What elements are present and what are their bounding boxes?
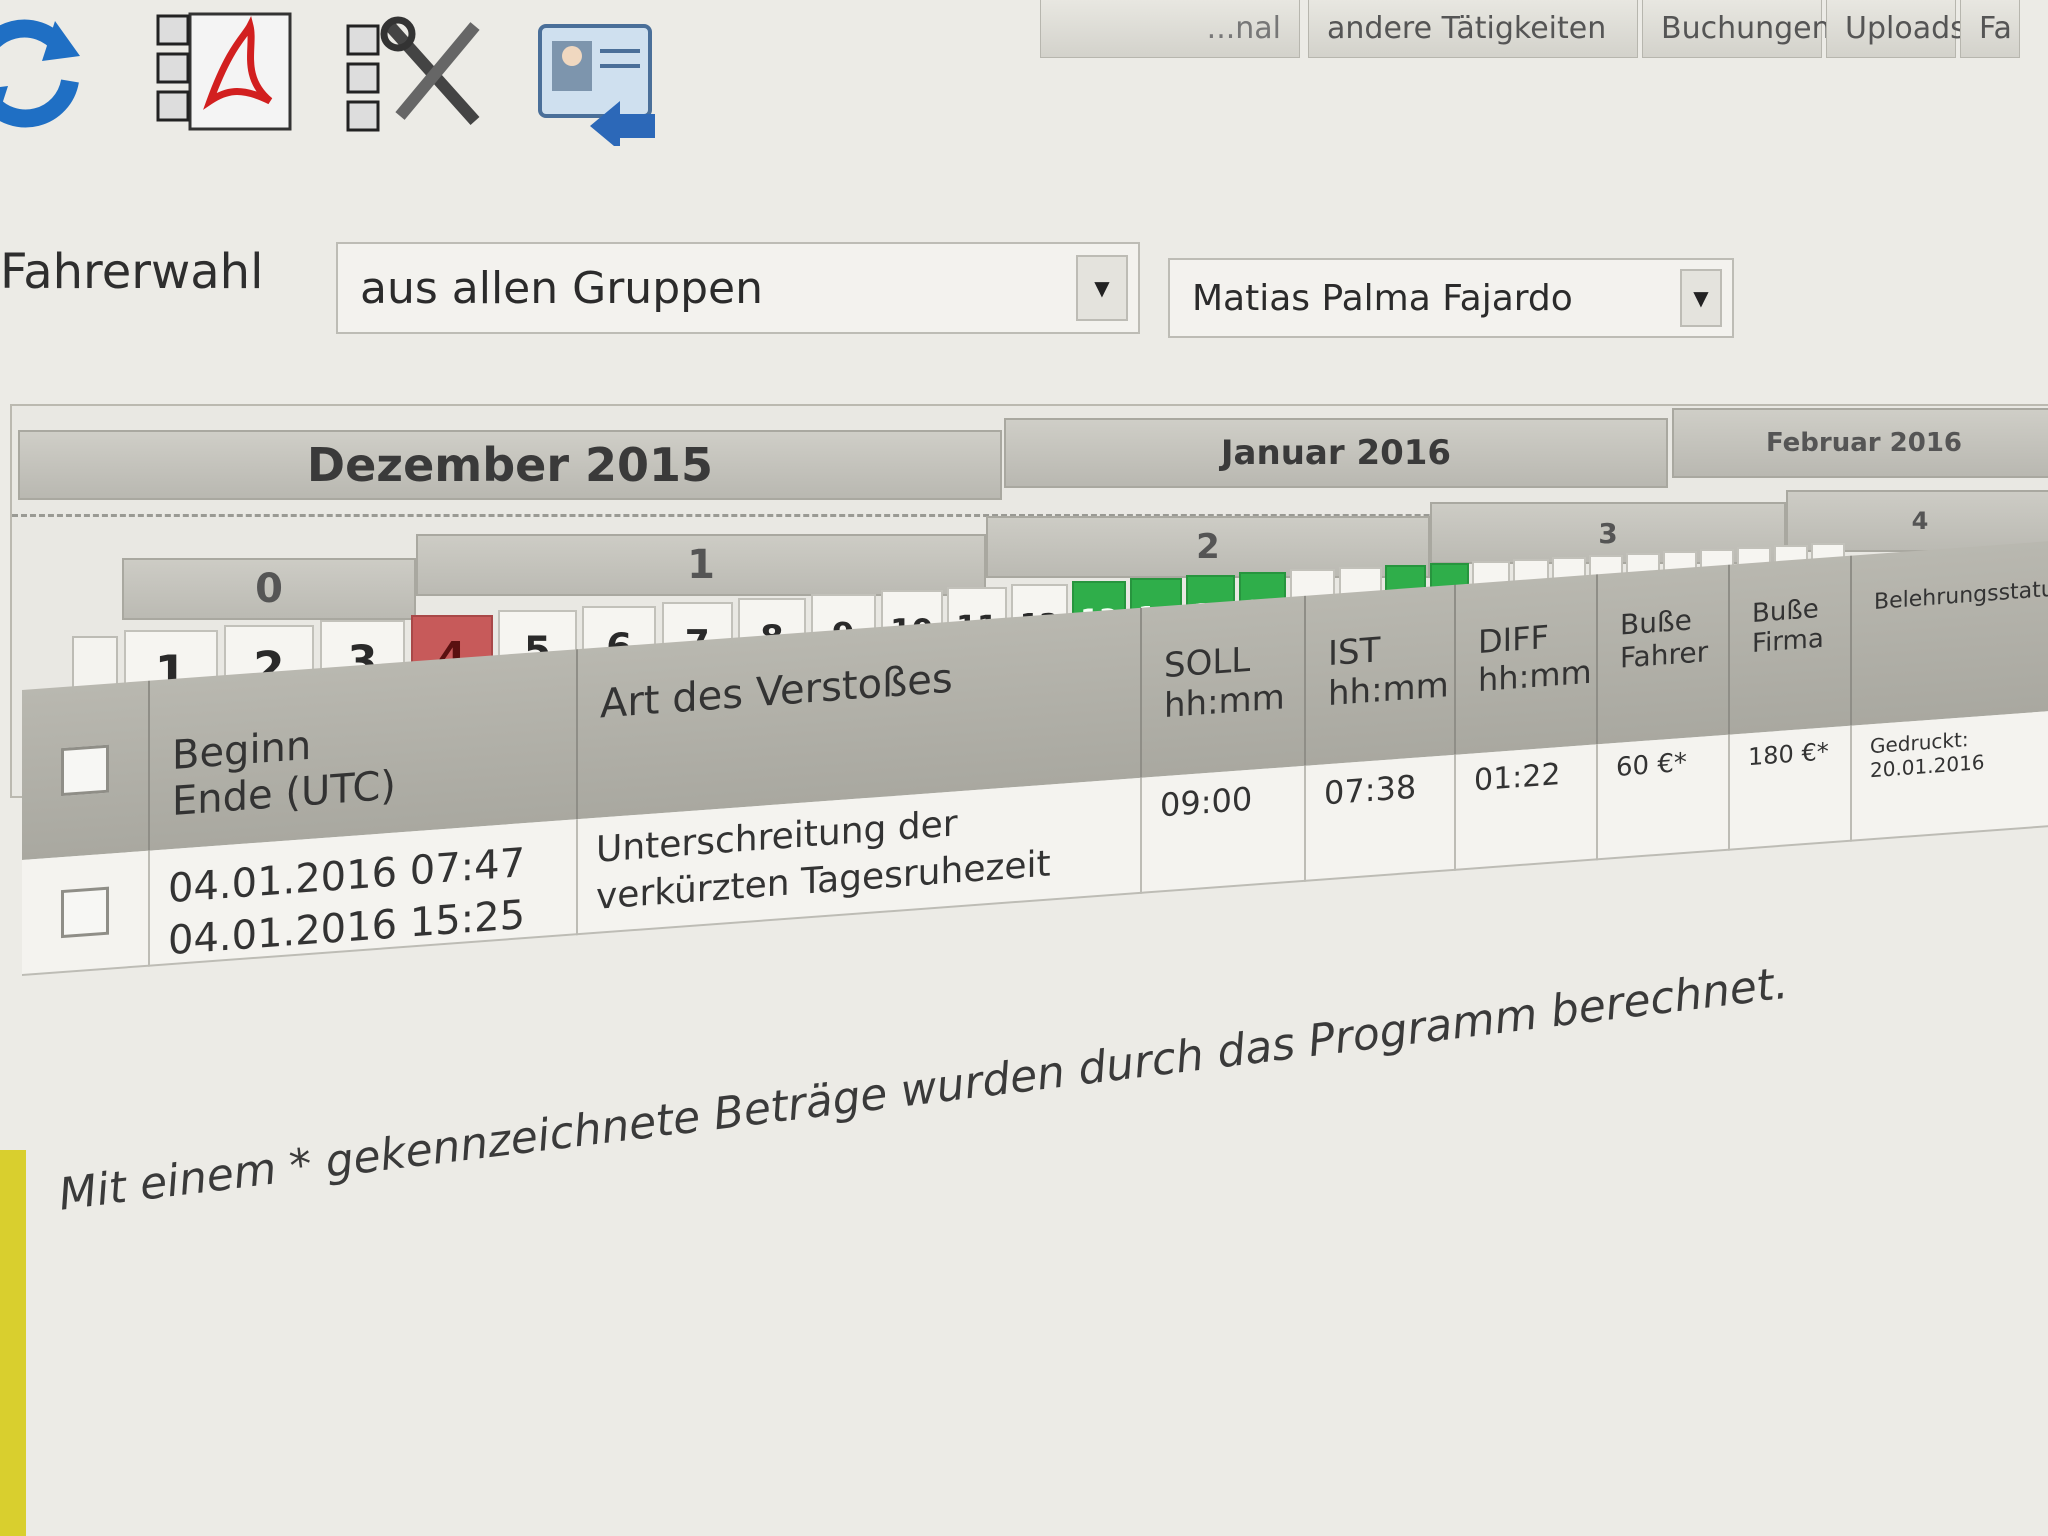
- column-header-fine-company-sub: Firma: [1752, 623, 1824, 659]
- column-header-fine-driver-sub: Fahrer: [1620, 635, 1709, 675]
- month-header-january[interactable]: Januar 2016: [1004, 418, 1668, 488]
- column-header-type-label: Art des Verstoßes: [600, 655, 953, 728]
- cell-instruction-status: Gedruckt: 20.01.2016: [1852, 707, 2048, 842]
- group-select[interactable]: aus allen Gruppen ▼: [336, 242, 1140, 334]
- month-header-december[interactable]: Dezember 2015: [18, 430, 1002, 500]
- cell-diff: 01:22: [1456, 744, 1598, 871]
- driver-select-value: Matias Palma Fajardo: [1192, 277, 1573, 319]
- column-header-soll-unit: hh:mm: [1164, 677, 1285, 727]
- group-select-value: aus allen Gruppen: [360, 262, 764, 314]
- week-header[interactable]: 1: [416, 534, 986, 596]
- column-header-diff[interactable]: DIFF hh:mm: [1456, 574, 1598, 755]
- desktop-edge-strip: [0, 1150, 26, 1536]
- tab-other-activities[interactable]: andere Tätigkeiten: [1308, 0, 1638, 58]
- checklist-pdf-icon[interactable]: [150, 6, 292, 136]
- column-header-instruction-status[interactable]: Belehrungsstatus: [1852, 537, 2048, 726]
- table-row-select: [22, 850, 150, 976]
- month-header-february[interactable]: Februar 2016: [1672, 408, 2048, 478]
- tab-uploads[interactable]: Uploads: [1826, 0, 1966, 58]
- select-all-header: [22, 680, 150, 860]
- refresh-icon[interactable]: [0, 6, 90, 136]
- column-header-ist[interactable]: IST hh:mm: [1306, 584, 1456, 766]
- column-header-fine-driver[interactable]: Buße Fahrer: [1598, 564, 1730, 745]
- cell-soll: 09:00: [1142, 765, 1306, 894]
- cell-fine-company: 180 €*: [1730, 725, 1852, 851]
- tab-more[interactable]: Fa: [1960, 0, 2020, 58]
- column-header-instruction-label: Belehrungsstatus: [1874, 575, 2048, 615]
- chevron-down-icon[interactable]: ▼: [1076, 255, 1128, 321]
- column-header-diff-unit: hh:mm: [1478, 652, 1592, 700]
- column-header-ist-unit: hh:mm: [1328, 665, 1449, 715]
- cell-fine-driver: 60 €*: [1598, 734, 1730, 861]
- column-header-fine-company[interactable]: Buße Firma: [1730, 555, 1852, 735]
- cell-ist: 07:38: [1306, 754, 1456, 882]
- top-tab-bar: ...nal andere Tätigkeiten Buchungen Uplo…: [1040, 0, 2048, 58]
- toolbar: [0, 0, 700, 151]
- driver-card-icon[interactable]: [530, 6, 660, 151]
- driver-selection-label: Fahrerwahl: [0, 244, 264, 300]
- column-header-soll[interactable]: SOLL hh:mm: [1142, 595, 1306, 778]
- column-header-begin-end[interactable]: Beginn Ende (UTC): [150, 649, 578, 851]
- tab-bookings[interactable]: Buchungen: [1642, 0, 1831, 58]
- checklist-tools-icon[interactable]: [340, 6, 480, 136]
- select-all-checkbox[interactable]: [61, 744, 109, 797]
- row-checkbox[interactable]: [61, 886, 109, 939]
- tab-journal[interactable]: ...nal: [1040, 0, 1300, 58]
- week-header[interactable]: 0: [122, 558, 416, 620]
- driver-select[interactable]: Matias Palma Fajardo ▼: [1168, 258, 1734, 338]
- chevron-down-icon[interactable]: ▼: [1680, 269, 1722, 327]
